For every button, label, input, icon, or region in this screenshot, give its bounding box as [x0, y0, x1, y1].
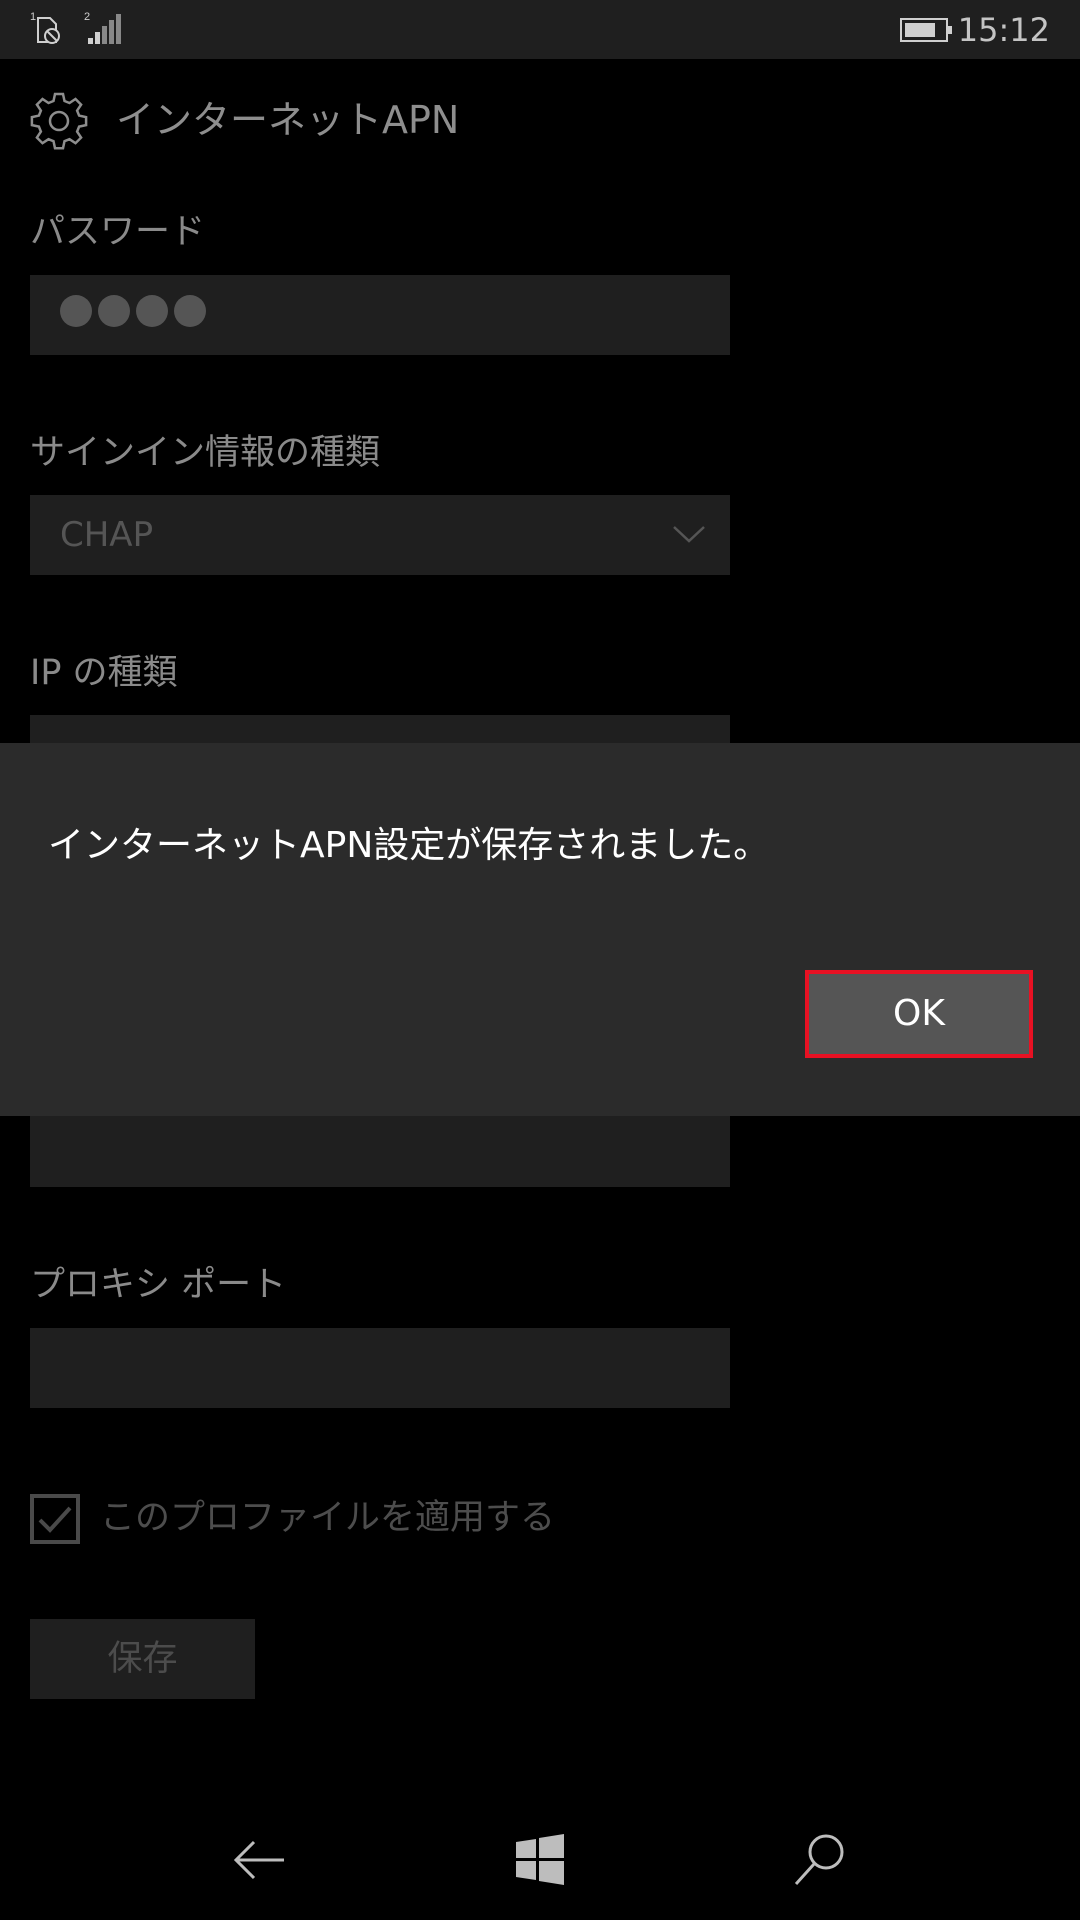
chevron-down-icon [673, 526, 705, 543]
checkmark-icon [38, 1506, 72, 1533]
ip-type-label: IP の種類 [30, 653, 178, 693]
ok-button[interactable]: OK [805, 970, 1033, 1058]
search-icon[interactable] [790, 1830, 850, 1890]
apply-profile-label: このプロファイルを適用する [100, 1498, 556, 1538]
clock: 15:12 [957, 11, 1050, 49]
dialog-message: インターネットAPN設定が保存されました。 [48, 825, 770, 866]
confirmation-dialog: インターネットAPN設定が保存されました。 OK [0, 743, 1080, 1116]
battery-icon [900, 18, 952, 42]
ip-type-select[interactable] [30, 715, 730, 745]
gear-icon [30, 92, 88, 150]
proxy-port-label: プロキシ ポート [30, 1265, 287, 1305]
apply-profile-checkbox[interactable] [30, 1494, 80, 1544]
password-label: パスワード [30, 212, 206, 252]
proxy-port-field[interactable] [30, 1328, 730, 1408]
sim1-no-service-icon: 1 [30, 11, 60, 44]
svg-text:2: 2 [84, 11, 90, 23]
password-masked-value [60, 295, 206, 327]
signin-type-label: サインイン情報の種類 [30, 433, 381, 473]
svg-text:1: 1 [30, 11, 36, 23]
page-title: インターネットAPN [116, 98, 460, 142]
app-header: インターネットAPN [28, 88, 828, 152]
windows-start-icon[interactable] [510, 1830, 570, 1890]
password-field[interactable] [30, 275, 730, 355]
signin-type-value: CHAP [60, 515, 154, 555]
proxy-server-field[interactable] [30, 1112, 730, 1187]
save-button[interactable]: 保存 [30, 1619, 255, 1699]
status-bar: 1 2 15:12 [0, 0, 1080, 59]
navigation-bar [0, 1800, 1080, 1920]
signin-type-select[interactable]: CHAP [30, 495, 730, 575]
sim2-signal-icon: 2 [84, 11, 121, 44]
back-arrow-icon[interactable] [230, 1830, 290, 1890]
